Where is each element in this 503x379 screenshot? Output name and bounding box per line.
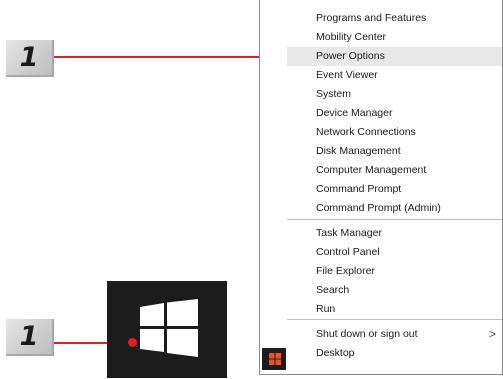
chevron-right-icon: > (488, 327, 496, 341)
menu-item-file-explorer[interactable]: File Explorer (287, 262, 502, 281)
callout-dot-bottom (128, 338, 137, 347)
menu-item-task-manager[interactable]: Task Manager (287, 224, 502, 243)
menu-item-mobility-center[interactable]: Mobility Center (287, 28, 502, 47)
menu-item-shut-down-or-sign-out[interactable]: Shut down or sign out > (287, 325, 502, 344)
taskbar-start-button[interactable] (262, 348, 286, 370)
windows-logo-icon (140, 299, 198, 357)
menu-item-computer-management[interactable]: Computer Management (287, 161, 502, 180)
step-badge-top: 1 (6, 40, 54, 77)
start-button[interactable] (107, 281, 227, 378)
menu-panel: Programs and Features Mobility Center Po… (287, 0, 502, 374)
menu-item-control-panel[interactable]: Control Panel (287, 243, 502, 262)
menu-item-device-manager[interactable]: Device Manager (287, 104, 502, 123)
menu-separator (287, 319, 502, 320)
menu-item-desktop[interactable]: Desktop (287, 344, 502, 363)
callout-line-top (54, 56, 286, 58)
windows-logo-icon (269, 353, 281, 365)
menu-item-search[interactable]: Search (287, 281, 502, 300)
menu-item-network-connections[interactable]: Network Connections (287, 123, 502, 142)
power-user-menu: Programs and Features Mobility Center Po… (259, 0, 503, 375)
menu-item-event-viewer[interactable]: Event Viewer (287, 66, 502, 85)
step-number: 1 (19, 42, 39, 73)
menu-item-programs-and-features[interactable]: Programs and Features (287, 9, 502, 28)
step-badge-bottom: 1 (6, 319, 54, 356)
menu-item-power-options[interactable]: Power Options (287, 47, 502, 66)
step-number: 1 (19, 321, 39, 352)
menu-item-label: Shut down or sign out (316, 328, 418, 340)
menu-item-disk-management[interactable]: Disk Management (287, 142, 502, 161)
menu-item-system[interactable]: System (287, 85, 502, 104)
menu-item-run[interactable]: Run (287, 300, 502, 319)
menu-item-command-prompt-admin[interactable]: Command Prompt (Admin) (287, 199, 502, 218)
menu-item-command-prompt[interactable]: Command Prompt (287, 180, 502, 199)
menu-separator (287, 219, 502, 220)
